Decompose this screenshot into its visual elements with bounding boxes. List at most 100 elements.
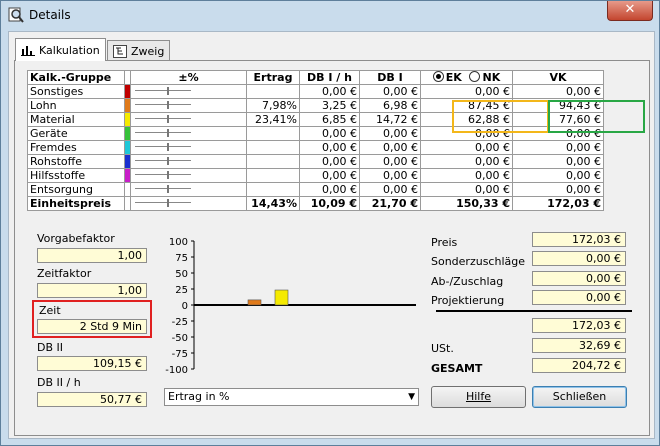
col-header-group: Kalk.-Gruppe [27, 70, 125, 85]
col-header-ek-nk: EK NK [420, 70, 513, 85]
vk-cell: 0,00 € [512, 84, 604, 99]
close-button[interactable]: ✕ [607, 1, 653, 21]
db2h-field[interactable]: 50,77 € [37, 392, 147, 407]
title-bar[interactable]: Details ✕ [1, 1, 659, 29]
db1h-cell: 0,00 € [299, 140, 360, 155]
group-cell: Sonstiges [27, 84, 125, 99]
y-tick-label: 50 [175, 269, 188, 280]
db1-cell: 0,00 € [359, 140, 421, 155]
ertrag-cell [246, 140, 300, 155]
ek-cell: 0,00 € [420, 154, 513, 169]
close-dialog-button[interactable]: Schließen [532, 386, 627, 408]
table-row[interactable]: Hilfsstoffe 0,00 €0,00 €0,00 €0,00 € [27, 168, 604, 183]
percent-slider[interactable] [133, 87, 191, 97]
pm-cell[interactable] [130, 98, 247, 113]
pm-cell[interactable] [130, 140, 247, 155]
db1-cell: 0,00 € [359, 154, 421, 169]
pm-cell[interactable] [130, 126, 247, 141]
ertrag-cell: 23,41% [246, 112, 300, 127]
y-tick-label: 75 [175, 253, 188, 264]
pm-cell[interactable] [130, 182, 247, 197]
window-title: Details [29, 8, 71, 22]
group-cell: Einheitspreis [27, 196, 125, 211]
db2-label: DB II [37, 341, 64, 354]
ek-cell: 0,00 € [420, 140, 513, 155]
table-row[interactable]: Rohstoffe 0,00 €0,00 €0,00 €0,00 € [27, 154, 604, 169]
tab-kalkulation[interactable]: Kalkulation [15, 38, 106, 61]
bar-lohn [247, 299, 262, 306]
projektierung-field[interactable]: 0,00 € [532, 290, 626, 305]
gesamt-label: GESAMT [431, 362, 483, 375]
ertrag-cell: 14,43% [246, 196, 300, 211]
pm-cell[interactable] [130, 154, 247, 169]
tab-zweig-label: Zweig [131, 44, 165, 58]
y-tick-label: -25 [172, 317, 188, 328]
db1h-cell: 3,25 € [299, 98, 360, 113]
zeitfaktor-label: Zeitfaktor [37, 267, 92, 280]
pm-cell[interactable] [130, 112, 247, 127]
ek-label: EK [445, 71, 462, 84]
help-button-label: Hilfe [465, 390, 492, 403]
percent-slider[interactable] [133, 129, 191, 139]
vk-cell: 0,00 € [512, 182, 604, 197]
db1-cell: 0,00 € [359, 126, 421, 141]
nk-label: NK [482, 71, 501, 84]
table-row[interactable]: Entsorgung 0,00 €0,00 €0,00 €0,00 € [27, 182, 604, 197]
tab-zweig[interactable]: Zweig [107, 40, 171, 61]
nk-radio[interactable] [469, 71, 481, 82]
ek-cell: 150,33 € [420, 196, 513, 211]
ust-field[interactable]: 32,69 € [532, 338, 626, 353]
vk-cell: 0,00 € [512, 168, 604, 183]
ertrag-cell [246, 126, 300, 141]
db1-cell: 14,72 € [359, 112, 421, 127]
db2-field[interactable]: 109,15 € [37, 356, 147, 371]
sum-separator [436, 310, 632, 312]
vk-cell: 0,00 € [512, 154, 604, 169]
vk-cell: 172,03 € [512, 196, 604, 211]
ertrag-cell [246, 84, 300, 99]
db1-cell: 0,00 € [359, 182, 421, 197]
percent-slider[interactable] [133, 171, 191, 181]
gesamt-field[interactable]: 204,72 € [532, 358, 626, 373]
preis-field[interactable]: 172,03 € [532, 232, 626, 247]
percent-slider[interactable] [133, 143, 191, 153]
sum-field[interactable]: 172,03 € [532, 318, 626, 333]
total-row[interactable]: Einheitspreis 14,43% 10,09 €21,70 €150,33 … [27, 196, 604, 211]
percent-slider[interactable] [133, 199, 191, 209]
y-tick-label: -100 [165, 365, 188, 376]
db1-cell: 0,00 € [359, 84, 421, 99]
ertrag-cell [246, 168, 300, 183]
vorgabefaktor-field[interactable]: 1,00 [37, 248, 147, 263]
pm-cell[interactable] [130, 196, 247, 211]
zeitfaktor-field[interactable]: 1,00 [37, 283, 147, 298]
tab-kalkulation-label: Kalkulation [39, 43, 100, 57]
client-area: Kalkulation Zweig Kalk.-Gruppe ±% Ertrag… [8, 31, 655, 439]
ertrag-cell [246, 154, 300, 169]
ek-radio[interactable] [432, 71, 444, 82]
ust-label: USt. [431, 342, 454, 355]
tree-icon [113, 44, 127, 58]
help-button[interactable]: Hilfe [431, 386, 526, 408]
ek-cell: 0,00 € [420, 168, 513, 183]
chart-mode-select[interactable]: Ertrag in % ▼ [164, 388, 419, 406]
pm-cell[interactable] [130, 168, 247, 183]
percent-slider[interactable] [133, 157, 191, 167]
y-tick-label: 100 [169, 237, 188, 248]
chart-mode-value: Ertrag in % [168, 390, 230, 403]
ab-zuschlag-field[interactable]: 0,00 € [532, 271, 626, 286]
percent-slider[interactable] [133, 185, 191, 195]
db1h-cell: 0,00 € [299, 182, 360, 197]
sonder-field[interactable]: 0,00 € [532, 251, 626, 266]
table-row[interactable]: Sonstiges 0,00 €0,00 €0,00 €0,00 € [27, 84, 604, 99]
pm-cell[interactable] [130, 84, 247, 99]
percent-slider[interactable] [133, 115, 191, 125]
bar-chart-icon [21, 46, 35, 56]
group-cell: Entsorgung [27, 182, 125, 197]
col-header-db1: DB I [359, 70, 421, 85]
ab-zuschlag-label: Ab-/Zuschlag [431, 275, 504, 288]
sonder-label: Sonderzuschläge [431, 255, 525, 268]
col-header-vk: VK [512, 70, 604, 85]
percent-slider[interactable] [133, 101, 191, 111]
table-row[interactable]: Fremdes 0,00 €0,00 €0,00 €0,00 € [27, 140, 604, 155]
group-cell: Material [27, 112, 125, 127]
